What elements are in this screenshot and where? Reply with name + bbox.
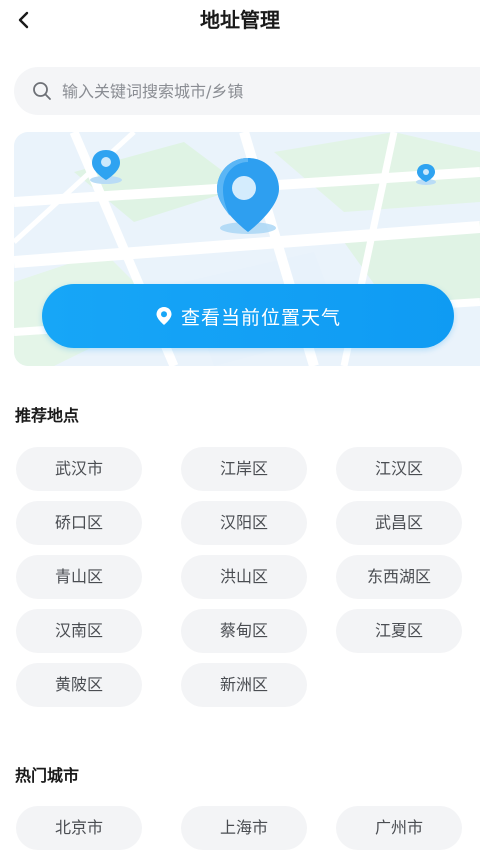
search-icon (31, 80, 53, 102)
location-chip[interactable]: 上海市 (181, 806, 307, 850)
location-chip[interactable]: 北京市 (16, 806, 142, 850)
locate-button-label: 查看当前位置天气 (180, 306, 341, 329)
location-chip[interactable]: 江岸区 (181, 447, 307, 491)
location-chip[interactable]: 广州市 (336, 806, 462, 850)
location-chip[interactable]: 青山区 (16, 555, 142, 599)
location-chip[interactable]: 新洲区 (181, 663, 307, 707)
page-title: 地址管理 (200, 8, 280, 32)
location-chip[interactable]: 蔡甸区 (181, 609, 307, 653)
hot-cities-title: 热门城市 (15, 766, 80, 785)
recommended-title: 推荐地点 (15, 406, 80, 425)
location-pin-icon (156, 307, 172, 325)
search-input[interactable] (62, 81, 462, 101)
location-chip[interactable]: 汉南区 (16, 609, 142, 653)
location-chip[interactable]: 洪山区 (181, 555, 307, 599)
location-chip[interactable]: 硚口区 (16, 501, 142, 545)
view-current-location-weather-button[interactable]: 查看当前位置天气 (42, 284, 454, 348)
location-chip[interactable]: 汉阳区 (181, 501, 307, 545)
map-pin-small-left (90, 150, 122, 184)
location-chip[interactable]: 黄陂区 (16, 663, 142, 707)
location-chip[interactable]: 东西湖区 (336, 555, 462, 599)
location-chip[interactable]: 武昌区 (336, 501, 462, 545)
search-bar[interactable] (14, 67, 480, 115)
location-chip[interactable]: 江夏区 (336, 609, 462, 653)
location-chip[interactable]: 武汉市 (16, 447, 142, 491)
header: 地址管理 (0, 0, 480, 44)
map-pin-small-right (416, 164, 436, 185)
location-chip[interactable]: 江汉区 (336, 447, 462, 491)
